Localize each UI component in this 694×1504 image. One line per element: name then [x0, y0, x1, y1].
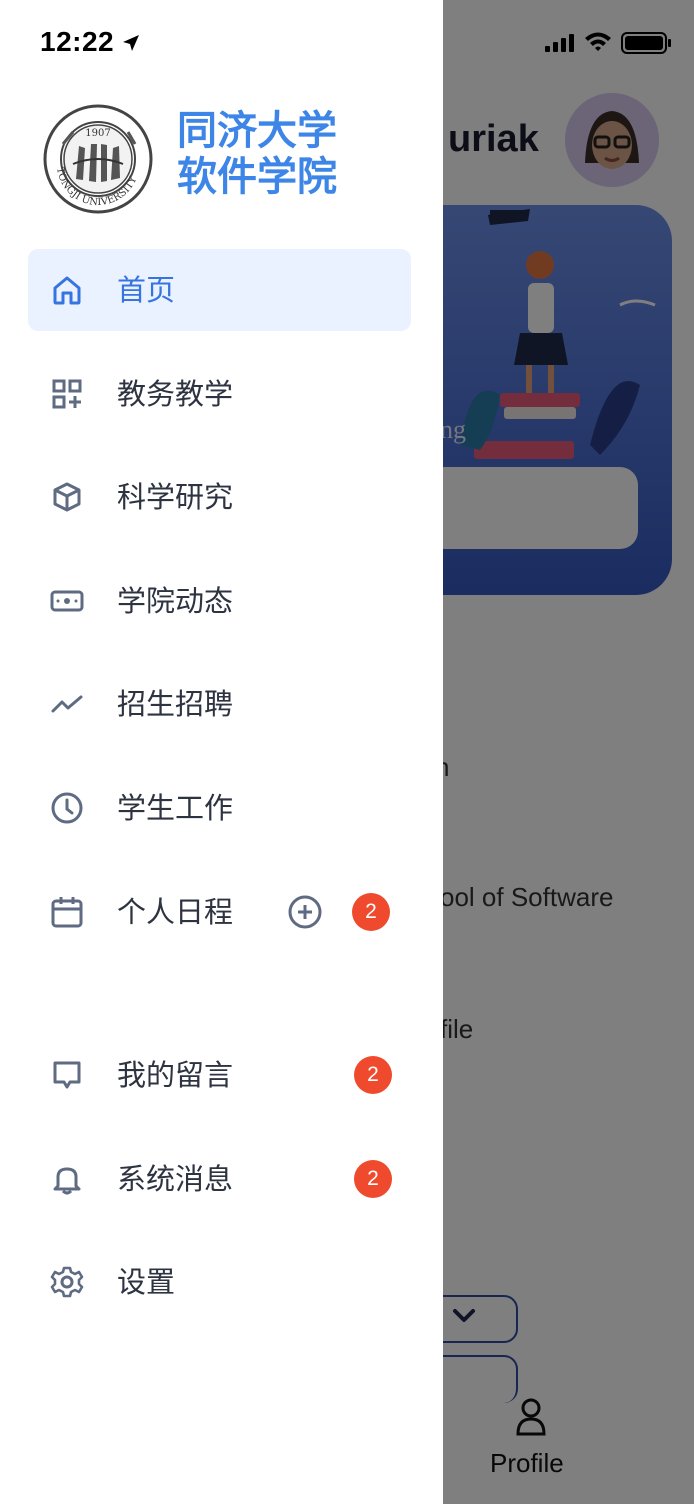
menu-item-label: 首页 [117, 273, 176, 307]
messages-badge: 2 [354, 1056, 392, 1095]
menu-item-label: 招生招聘 [117, 687, 234, 722]
menu-item-news[interactable]: 学院动态 [28, 560, 411, 642]
menu-item-home[interactable]: 首页 [28, 249, 411, 331]
menu-item-label: 设置 [117, 1265, 176, 1300]
grid-plus-icon [52, 379, 82, 409]
menu-item-label: 系统消息 [117, 1161, 234, 1196]
school-name: 同济大学 软件学院 [177, 108, 407, 200]
home-icon [53, 276, 81, 305]
bell-icon [53, 1167, 81, 1195]
menu-item-label: 个人日程 [117, 894, 234, 929]
menu-item-settings[interactable]: 设置 [28, 1241, 411, 1323]
menu-item-label: 学生工作 [117, 790, 234, 825]
menu-item-label: 科学研究 [117, 480, 234, 515]
school-name-line2: 软件学院 [177, 154, 337, 200]
message-icon [53, 1061, 81, 1089]
trend-line-icon [51, 695, 83, 713]
status-time: 12:22 [40, 26, 115, 57]
university-seal-icon: 1907 TONGJI UNIVERSITY [43, 104, 153, 214]
cash-icon [50, 590, 84, 612]
drawer-menu: 首页 教务教学 科学研究 学院动态 招生招聘 学生工作 个人日程 2 我的留言 … [28, 249, 411, 1345]
menu-item-messages[interactable]: 我的留言 2 [28, 1034, 411, 1116]
cube-icon [53, 482, 81, 512]
menu-item-student-affairs[interactable]: 学生工作 [28, 767, 411, 849]
university-logo: 1907 TONGJI UNIVERSITY [43, 104, 153, 214]
menu-item-notifications[interactable]: 系统消息 2 [28, 1138, 411, 1220]
gear-icon [50, 1267, 84, 1298]
add-circle-icon[interactable] [287, 894, 323, 930]
school-name-line1: 同济大学 [177, 108, 337, 154]
menu-item-admissions[interactable]: 招生招聘 [28, 663, 411, 745]
menu-item-academics[interactable]: 教务教学 [28, 353, 411, 435]
menu-item-research[interactable]: 科学研究 [28, 456, 411, 538]
menu-item-label: 教务教学 [117, 376, 234, 411]
location-arrow-icon [123, 35, 139, 51]
battery-icon [621, 32, 671, 54]
signal-icon [545, 34, 574, 52]
svg-text:1907: 1907 [85, 128, 110, 139]
schedule-badge: 2 [352, 892, 390, 931]
menu-spacer [28, 974, 411, 1034]
wifi-icon [585, 32, 611, 51]
menu-item-schedule[interactable]: 个人日程 2 [28, 871, 411, 953]
status-bar: 12:22 [0, 0, 694, 86]
menu-item-label: 学院动态 [117, 583, 234, 618]
menu-item-label: 我的留言 [117, 1058, 234, 1093]
clock-icon [51, 792, 83, 824]
navigation-drawer: 1907 TONGJI UNIVERSITY 同济大学 软件学院 首页 教务教学… [0, 0, 443, 1504]
notifications-badge: 2 [354, 1159, 392, 1198]
calendar-icon [51, 896, 83, 928]
